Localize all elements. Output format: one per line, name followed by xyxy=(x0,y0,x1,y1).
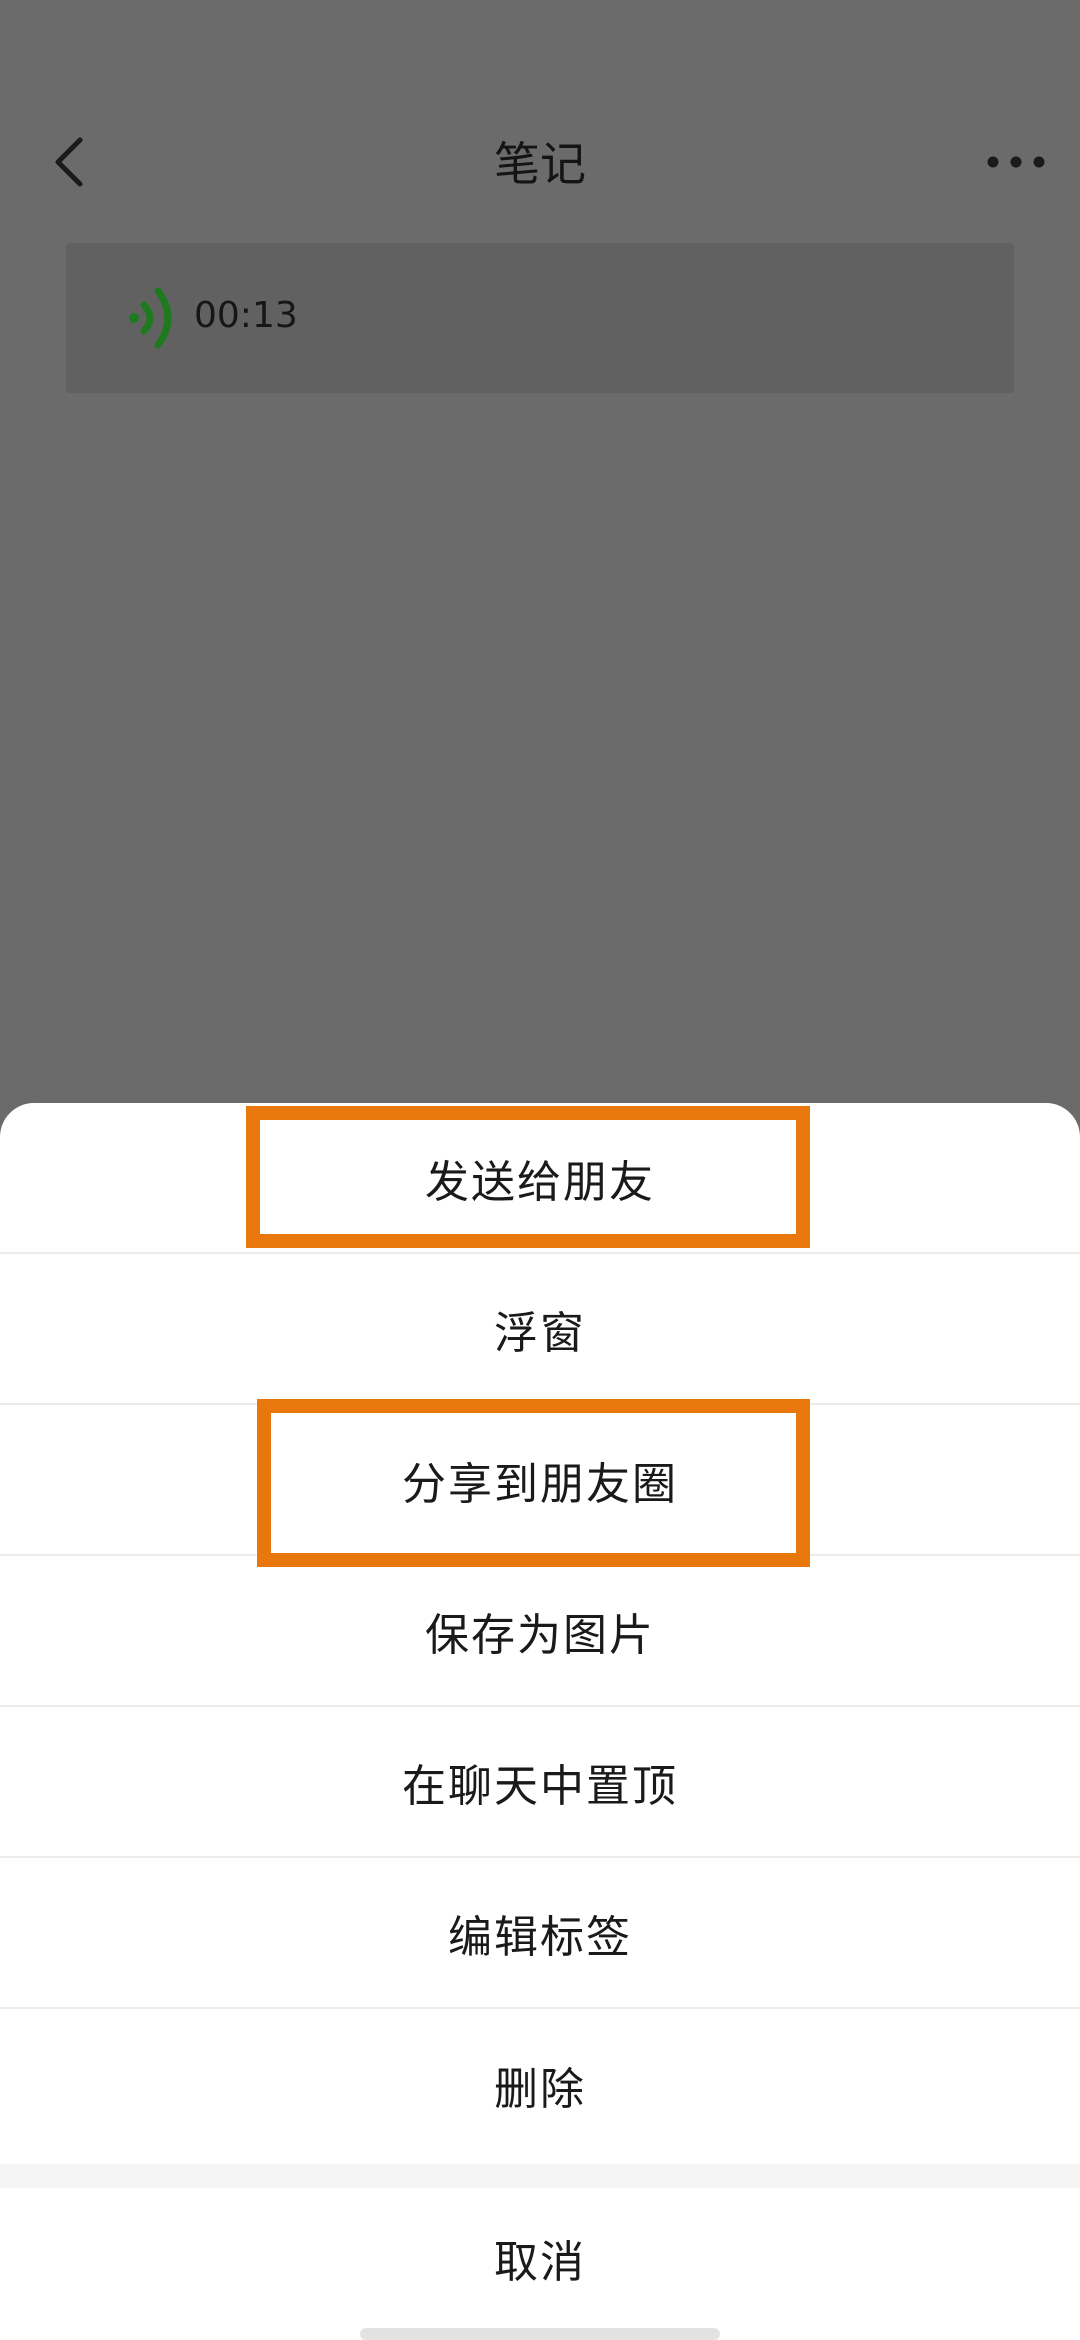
home-indicator xyxy=(360,2328,720,2340)
voice-wave-icon xyxy=(129,287,172,349)
delete-button[interactable]: 删除 xyxy=(0,2009,1080,2160)
save-as-image-button[interactable]: 保存为图片 xyxy=(0,1556,1080,1707)
action-sheet: 发送给朋友 浮窗 分享到朋友圈 保存为图片 在聊天中置顶 编辑标签 删除 取消 xyxy=(0,1103,1080,2340)
sheet-divider-gap xyxy=(0,2164,1080,2188)
more-button[interactable] xyxy=(976,122,1056,202)
voice-duration: 00:13 xyxy=(194,295,298,336)
share-to-moments-button[interactable]: 分享到朋友圈 xyxy=(0,1405,1080,1556)
voice-note-card[interactable]: 00:13 xyxy=(66,243,1014,393)
screen: 笔记 00:13 发送给朋友 浮窗 分享到朋友圈 保存为图片 在聊天中置顶 编辑… xyxy=(0,0,1080,2340)
page-title: 笔记 xyxy=(494,137,586,191)
navigation-bar: 笔记 xyxy=(0,100,1080,224)
send-to-friend-button[interactable]: 发送给朋友 xyxy=(0,1103,1080,1254)
cancel-button[interactable]: 取消 xyxy=(0,2188,1080,2328)
pin-in-chat-button[interactable]: 在聊天中置顶 xyxy=(0,1707,1080,1858)
edit-tags-button[interactable]: 编辑标签 xyxy=(0,1858,1080,2009)
more-dots-icon xyxy=(987,156,1045,168)
floating-window-button[interactable]: 浮窗 xyxy=(0,1254,1080,1405)
